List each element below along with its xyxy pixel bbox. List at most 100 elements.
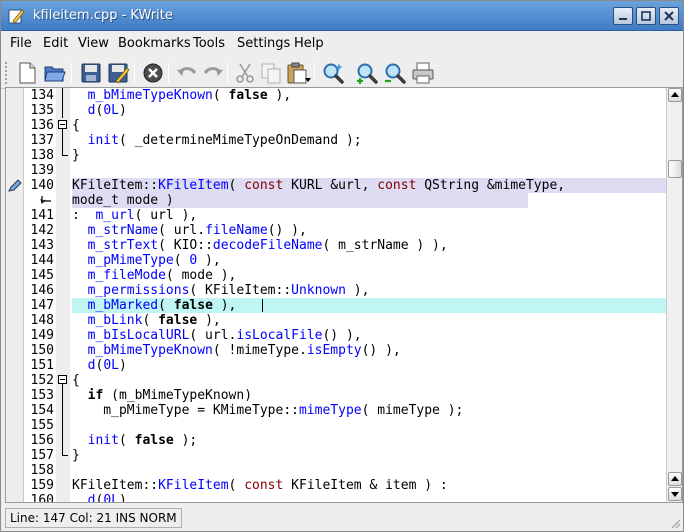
code-line: } bbox=[72, 448, 80, 463]
code-line: m_pMimeType( 0 ), bbox=[87, 253, 221, 268]
editor-gutter: 134 135 136 137 138 139 140 141 142 143 … bbox=[6, 88, 72, 502]
new-document-icon[interactable] bbox=[15, 61, 39, 85]
selected-code-line: mode_t mode ) bbox=[72, 193, 528, 208]
kwrite-app-icon bbox=[8, 9, 25, 24]
print-icon[interactable] bbox=[411, 61, 435, 85]
line-number: 139 bbox=[30, 163, 54, 178]
line-number: 135 bbox=[30, 103, 54, 118]
code-line: d(0L) bbox=[87, 358, 127, 373]
line-number: 156 bbox=[30, 433, 54, 448]
code-line: m_bMimeTypeKnown( false ), bbox=[87, 88, 292, 103]
scroll-up-button[interactable] bbox=[668, 88, 682, 102]
maximize-button[interactable] bbox=[636, 7, 656, 25]
line-number: 140 bbox=[30, 178, 54, 193]
line-number: 148 bbox=[30, 313, 54, 328]
edit-pencil-icon[interactable] bbox=[8, 179, 22, 192]
code-line: if (m_bMimeTypeKnown) bbox=[87, 388, 253, 403]
scroll-down-button[interactable] bbox=[668, 487, 682, 501]
code-line: init( false ); bbox=[87, 433, 198, 448]
zoom-out-icon[interactable] bbox=[383, 61, 407, 85]
menu-tools[interactable]: Tools bbox=[193, 36, 225, 51]
scroll-thumb[interactable] bbox=[668, 160, 682, 178]
code-line: init( _determineMimeTypeOnDemand ); bbox=[87, 133, 362, 148]
fold-toggle[interactable] bbox=[57, 373, 68, 388]
fold-toggle[interactable] bbox=[57, 118, 68, 133]
icon-border[interactable] bbox=[6, 88, 24, 502]
chevron-down-icon[interactable] bbox=[305, 77, 311, 83]
code-line: : m_url( url ), bbox=[72, 208, 198, 223]
save-icon[interactable] bbox=[79, 61, 103, 85]
line-number: 134 bbox=[30, 88, 54, 103]
undo-icon[interactable] bbox=[175, 61, 199, 85]
code-line: { bbox=[72, 373, 80, 388]
line-number: 154 bbox=[30, 403, 54, 418]
fold-line bbox=[57, 133, 68, 148]
code-line: m_strText( KIO::decodeFileName( m_strNam… bbox=[87, 238, 448, 253]
menu-file[interactable]: File bbox=[10, 36, 32, 51]
code-line: m_bIsLocalURL( url.isLocalFile() ), bbox=[87, 328, 362, 343]
vertical-scrollbar[interactable] bbox=[666, 88, 682, 502]
code-line: { bbox=[72, 118, 80, 133]
text-cursor bbox=[262, 299, 263, 312]
menu-bar: File Edit View Bookmarks Tools Settings … bbox=[1, 32, 683, 57]
menu-settings[interactable]: Settings bbox=[237, 36, 290, 51]
menu-bookmarks[interactable]: Bookmarks bbox=[118, 36, 191, 51]
code-line: m_bMimeTypeKnown( !mimeType.isEmpty() ), bbox=[87, 343, 401, 358]
line-number: 141 bbox=[30, 208, 54, 223]
close-document-icon[interactable] bbox=[141, 61, 165, 85]
line-number: 144 bbox=[30, 253, 54, 268]
line-number: 143 bbox=[30, 238, 54, 253]
menu-view[interactable]: View bbox=[78, 36, 109, 51]
window-title: kfileitem.cpp - KWrite bbox=[33, 8, 173, 23]
copy-icon[interactable] bbox=[259, 61, 283, 85]
zoom-in-icon[interactable] bbox=[355, 61, 379, 85]
resize-grip-icon[interactable] bbox=[669, 517, 681, 529]
menu-help[interactable]: Help bbox=[294, 36, 324, 51]
line-number: 159 bbox=[30, 478, 54, 493]
code-line: d(0L) bbox=[87, 103, 127, 118]
open-folder-icon[interactable] bbox=[43, 61, 67, 85]
fold-line bbox=[57, 103, 68, 118]
line-number: 158 bbox=[30, 463, 54, 478]
line-number: 142 bbox=[30, 223, 54, 238]
current-code-line: m_bMarked( false ), bbox=[72, 298, 666, 313]
line-number: 149 bbox=[30, 328, 54, 343]
title-bar[interactable]: kfileitem.cpp - KWrite bbox=[1, 1, 683, 31]
code-area[interactable]: m_bMimeTypeKnown( false ), d(0L) { init(… bbox=[72, 88, 666, 502]
find-icon[interactable] bbox=[321, 61, 345, 85]
fold-line bbox=[57, 388, 68, 403]
line-number: 147 bbox=[30, 298, 54, 313]
code-line: m_pMimeType = KMimeType::mimeType( mimeT… bbox=[72, 403, 464, 418]
main-toolbar bbox=[1, 57, 683, 89]
cursor-position-status: Line: 147 Col: 21 INS NORM bbox=[5, 508, 182, 528]
fold-line bbox=[57, 433, 68, 448]
code-line: m_permissions( KFileItem::Unknown ), bbox=[87, 283, 370, 298]
line-number: 136 bbox=[30, 118, 54, 133]
word-wrap-marker-icon bbox=[40, 196, 51, 204]
close-icon bbox=[664, 11, 674, 21]
maximize-icon bbox=[641, 11, 651, 21]
save-as-icon[interactable] bbox=[106, 61, 130, 85]
arrow-up-icon bbox=[671, 476, 679, 481]
line-number: 146 bbox=[30, 283, 54, 298]
fold-end bbox=[57, 148, 68, 163]
text-editor[interactable]: 134 135 136 137 138 139 140 141 142 143 … bbox=[5, 87, 683, 503]
redo-icon[interactable] bbox=[201, 61, 225, 85]
scroll-down-button-secondary[interactable] bbox=[668, 472, 682, 486]
close-window-button[interactable] bbox=[659, 7, 679, 25]
line-number: 153 bbox=[30, 388, 54, 403]
menu-edit[interactable]: Edit bbox=[43, 36, 68, 51]
line-number: 157 bbox=[30, 448, 54, 463]
line-number: 138 bbox=[30, 148, 54, 163]
cut-icon[interactable] bbox=[233, 61, 257, 85]
line-number: 160 bbox=[30, 493, 54, 503]
arrow-down-icon bbox=[671, 492, 679, 497]
toolbar-grip[interactable] bbox=[4, 61, 8, 85]
arrow-up-icon bbox=[671, 92, 679, 97]
fold-line bbox=[57, 403, 68, 418]
minimize-button[interactable] bbox=[613, 7, 633, 25]
fold-line bbox=[57, 88, 68, 103]
minimize-icon bbox=[619, 18, 627, 20]
